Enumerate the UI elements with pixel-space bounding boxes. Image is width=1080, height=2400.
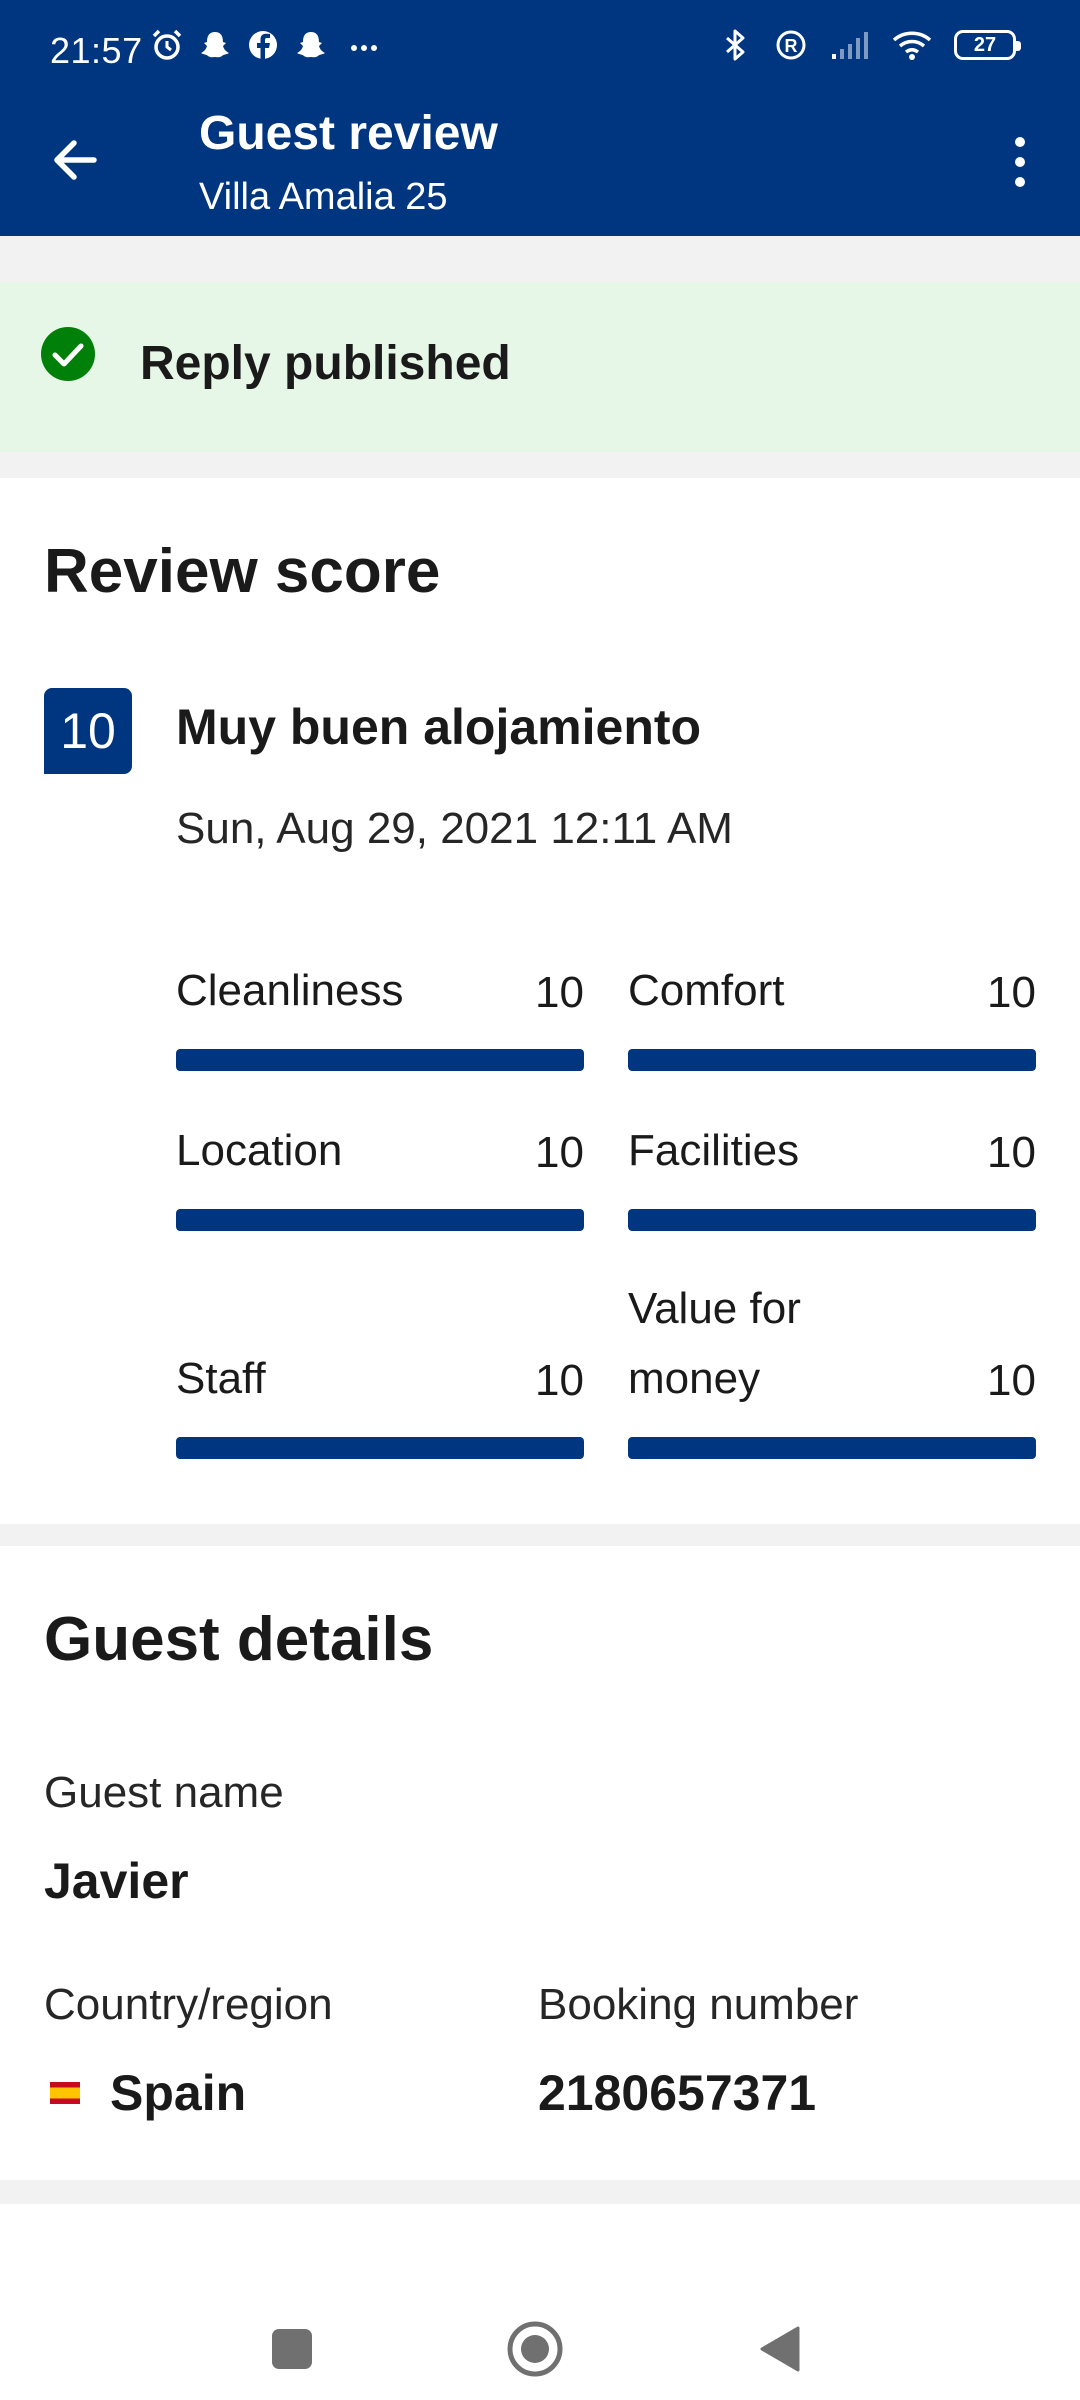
category-bar-location <box>176 1209 584 1231</box>
alarm-icon <box>152 29 182 60</box>
check-circle-icon <box>41 327 95 381</box>
system-icons: R 27 <box>718 28 1021 62</box>
recents-icon[interactable] <box>270 2327 314 2371</box>
category-bar-comfort <box>628 1049 1036 1071</box>
facebook-icon <box>249 31 277 59</box>
home-icon[interactable] <box>506 2320 564 2378</box>
guest-name-value: Javier <box>44 1853 189 1909</box>
category-label-comfort: Comfort <box>628 966 785 1015</box>
status-time: 21:57 <box>50 30 143 71</box>
registered-icon: R <box>776 30 806 60</box>
category-score-value-for-money: 10 <box>987 1356 1036 1405</box>
category-score-cleanliness: 10 <box>535 968 584 1017</box>
guest-name-label: Guest name <box>44 1768 284 1817</box>
more-vert-icon[interactable] <box>1000 132 1040 192</box>
category-label-value-for-money: Value for money <box>628 1284 801 1403</box>
spain-flag-icon <box>50 2082 80 2104</box>
review-score-heading: Review score <box>44 537 441 606</box>
category-bar-fill <box>628 1209 1036 1231</box>
page-subtitle: Villa Amalia 25 <box>199 176 448 218</box>
snapchat-icon <box>201 32 229 58</box>
category-label-location: Location <box>176 1126 343 1175</box>
bluetooth-icon <box>726 29 745 61</box>
country-label: Country/region <box>44 1980 333 2029</box>
category-bar-fill <box>628 1437 1036 1459</box>
review-title: Muy buen alojamiento <box>176 699 702 755</box>
category-score-facilities: 10 <box>987 1128 1036 1177</box>
category-label-facilities: Facilities <box>628 1126 800 1175</box>
guest-details-heading: Guest details <box>44 1605 434 1674</box>
notification-icons <box>150 28 386 62</box>
banner-message: Reply published <box>140 337 511 390</box>
svg-text:R: R <box>785 36 798 56</box>
category-score-location: 10 <box>535 1128 584 1177</box>
category-score-staff: 10 <box>535 1356 584 1405</box>
booking-number-label: Booking number <box>538 1980 859 2029</box>
snapchat-icon <box>297 32 325 58</box>
back-arrow-icon[interactable] <box>44 128 108 192</box>
signal-icon <box>832 32 868 59</box>
page-title: Guest review <box>199 107 498 160</box>
category-bar-fill <box>176 1049 584 1071</box>
booking-number-value[interactable]: 2180657371 <box>538 2064 816 2122</box>
category-bar-fill <box>628 1049 1036 1071</box>
back-icon[interactable] <box>758 2326 802 2372</box>
category-bar-facilities <box>628 1209 1036 1231</box>
category-score-comfort: 10 <box>987 968 1036 1017</box>
app-header: 21:57 R 27 Guest review Villa Amalia 25 <box>0 0 1080 236</box>
category-bar-value-for-money <box>628 1437 1036 1459</box>
battery-icon: 27 <box>954 30 1021 60</box>
system-nav-bar <box>0 2204 1080 2400</box>
score-badge: 10 <box>44 688 132 774</box>
category-label-staff: Staff <box>176 1354 266 1403</box>
category-bar-staff <box>176 1437 584 1459</box>
category-bar-cleanliness <box>176 1049 584 1071</box>
category-bar-fill <box>176 1209 584 1231</box>
more-notifications-icon <box>351 45 377 51</box>
status-bar: 21:57 R 27 <box>0 0 1080 100</box>
category-label-cleanliness: Cleanliness <box>176 966 404 1015</box>
review-date: Sun, Aug 29, 2021 12:11 AM <box>176 804 733 853</box>
wifi-icon <box>892 31 932 60</box>
country-value: Spain <box>110 2065 247 2121</box>
category-bar-fill <box>176 1437 584 1459</box>
